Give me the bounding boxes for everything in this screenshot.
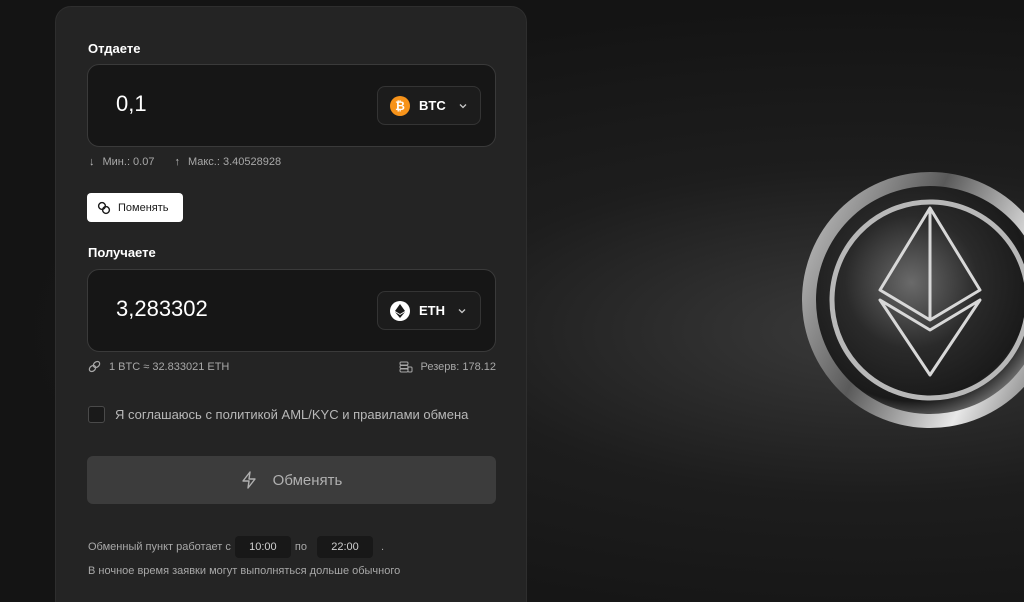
max-limit: ↑ Макс.: 3.40528928 — [174, 156, 282, 168]
ethereum-icon — [390, 300, 410, 321]
agreement-checkbox[interactable] — [88, 406, 105, 423]
exchange-card: Отдаете 0,1 ₿ BTC ↓ Мин.: 0.07 ↑ Макс.: 3.… — [55, 6, 527, 602]
give-amount-input[interactable]: 0,1 — [116, 91, 147, 117]
receive-amount-box[interactable]: 3,283302 ETH — [87, 269, 496, 352]
lightning-icon — [241, 471, 256, 489]
hours-prefix: Обменный пункт работает с — [88, 541, 231, 553]
exchange-button[interactable]: Обменять — [87, 456, 496, 504]
agreement-row[interactable]: Я соглашаюсь с политикой AML/KYC и прави… — [88, 406, 468, 423]
agreement-label: Я соглашаюсь с политикой AML/KYC и прави… — [115, 407, 469, 422]
hours-suffix: . — [380, 541, 385, 553]
arrow-down-icon: ↓ — [89, 156, 95, 168]
coins-stack-icon — [399, 361, 412, 372]
exchange-page: Отдаете 0,1 ₿ BTC ↓ Мин.: 0.07 ↑ Макс.: 3.… — [0, 0, 1024, 602]
chevron-down-icon — [459, 103, 467, 108]
link-icon — [88, 360, 101, 373]
receive-currency-select[interactable]: ETH — [377, 291, 481, 330]
exchange-button-label: Обменять — [272, 471, 343, 489]
receive-amount-input[interactable]: 3,283302 — [116, 296, 208, 322]
night-note: В ночное время заявки могут выполняться … — [88, 565, 401, 577]
receive-currency-code: ETH — [419, 303, 445, 318]
give-currency-select[interactable]: ₿ BTC — [377, 86, 481, 125]
working-hours: Обменный пункт работает с 10:00 по 22:00… — [88, 536, 384, 558]
hours-from: 10:00 — [234, 536, 291, 558]
hours-middle: по — [294, 541, 307, 553]
arrow-up-icon: ↑ — [174, 156, 180, 168]
give-limits: ↓ Мин.: 0.07 ↑ Макс.: 3.40528928 — [89, 156, 281, 168]
give-amount-box[interactable]: 0,1 ₿ BTC — [87, 64, 496, 147]
chevron-down-icon — [458, 308, 466, 313]
swap-button-label: Поменять — [118, 201, 169, 214]
swap-button[interactable]: Поменять — [87, 193, 183, 222]
receive-label: Получаете — [88, 245, 156, 260]
min-limit: ↓ Мин.: 0.07 — [89, 156, 155, 168]
ethereum-coin-illustration — [802, 172, 1024, 428]
exchange-rate-text: 1 BTC ≈ 32.833021 ETH — [109, 360, 230, 373]
give-label: Отдаете — [88, 41, 141, 56]
reserve: Резерв: 178.12 — [399, 360, 497, 373]
reserve-text: Резерв: 178.12 — [420, 360, 497, 373]
bitcoin-icon: ₿ — [390, 95, 410, 116]
hours-to: 22:00 — [316, 536, 373, 558]
receive-info-row: 1 BTC ≈ 32.833021 ETH Резерв: 178.12 — [88, 360, 496, 373]
give-currency-code: BTC — [419, 98, 446, 113]
swap-icon — [97, 201, 111, 214]
exchange-rate: 1 BTC ≈ 32.833021 ETH — [88, 360, 229, 373]
